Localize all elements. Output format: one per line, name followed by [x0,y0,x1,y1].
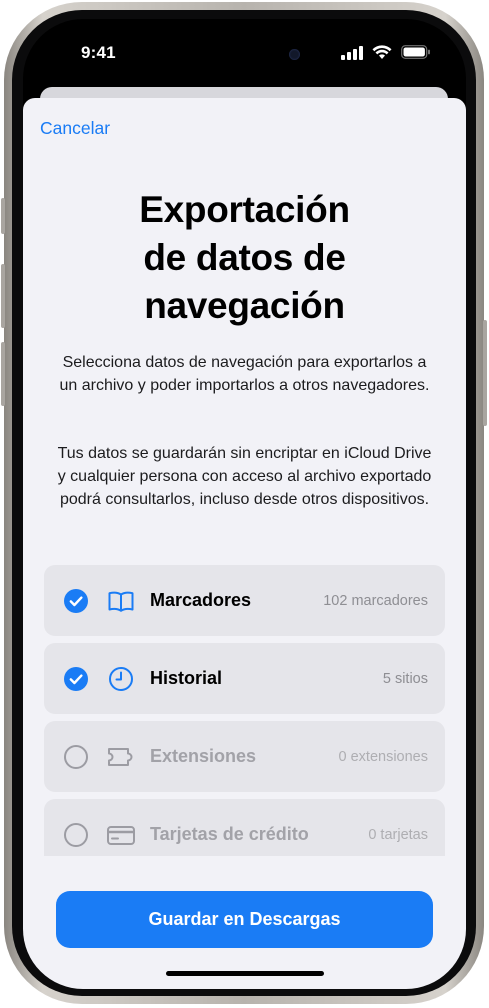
list-item-label: Historial [150,668,223,688]
export-sheet: Cancelar Exportación de datos de navegac… [23,98,466,989]
save-to-downloads-button[interactable]: Guardar en Descargas [56,891,433,948]
book-icon [108,591,134,612]
list-item-count: 0 extensiones [338,749,428,765]
front-camera [289,49,300,60]
title-line: Exportación [139,189,350,230]
home-indicator [166,971,324,976]
list-item-label: Extensiones [150,746,257,766]
description-export: Selecciona datos de navegación para expo… [59,354,430,394]
status-time: 9:41 [81,43,116,62]
description-privacy: Tus datos se guardarán sin encriptar en … [57,445,432,508]
checkmark-circle-icon[interactable] [64,589,88,613]
list-item-count: 5 sitios [382,671,428,687]
page-title: Exportación de datos de navegación [23,186,466,330]
list-item-history[interactable]: Historial 5 sitios [44,643,445,714]
cellular-signal-icon [341,46,363,60]
data-type-list: Marcadores 102 marcadores Historial 5 si… [44,565,445,856]
credit-card-icon [107,826,135,845]
list-item-count: 102 marcadores [323,593,428,609]
dynamic-island [182,36,306,72]
status-bar: 9:41 [23,19,466,89]
volume-down-button [1,342,5,406]
puzzle-icon [108,748,133,766]
power-button [483,320,487,426]
screen: 9:41 Cancelar Exportación de datos de na… [23,19,466,989]
title-line: navegación [144,285,345,326]
battery-icon [401,45,430,59]
volume-up-button [1,264,5,328]
empty-circle-icon[interactable] [64,745,88,769]
action-button [1,198,5,234]
checkmark-circle-icon[interactable] [64,667,88,691]
list-item-label: Tarjetas de crédito [150,824,309,844]
cancel-button[interactable]: Cancelar [40,118,110,139]
list-item-label: Marcadores [150,590,252,610]
list-item-extensions[interactable]: Extensiones 0 extensiones [44,721,445,792]
wifi-icon [372,45,392,59]
list-item-bookmarks[interactable]: Marcadores 102 marcadores [44,565,445,636]
list-item-credit-cards[interactable]: Tarjetas de crédito 0 tarjetas [44,799,445,856]
clock-icon [109,667,133,691]
empty-circle-icon[interactable] [64,823,88,847]
list-item-count: 0 tarjetas [368,827,428,843]
title-line: de datos de [143,237,346,278]
